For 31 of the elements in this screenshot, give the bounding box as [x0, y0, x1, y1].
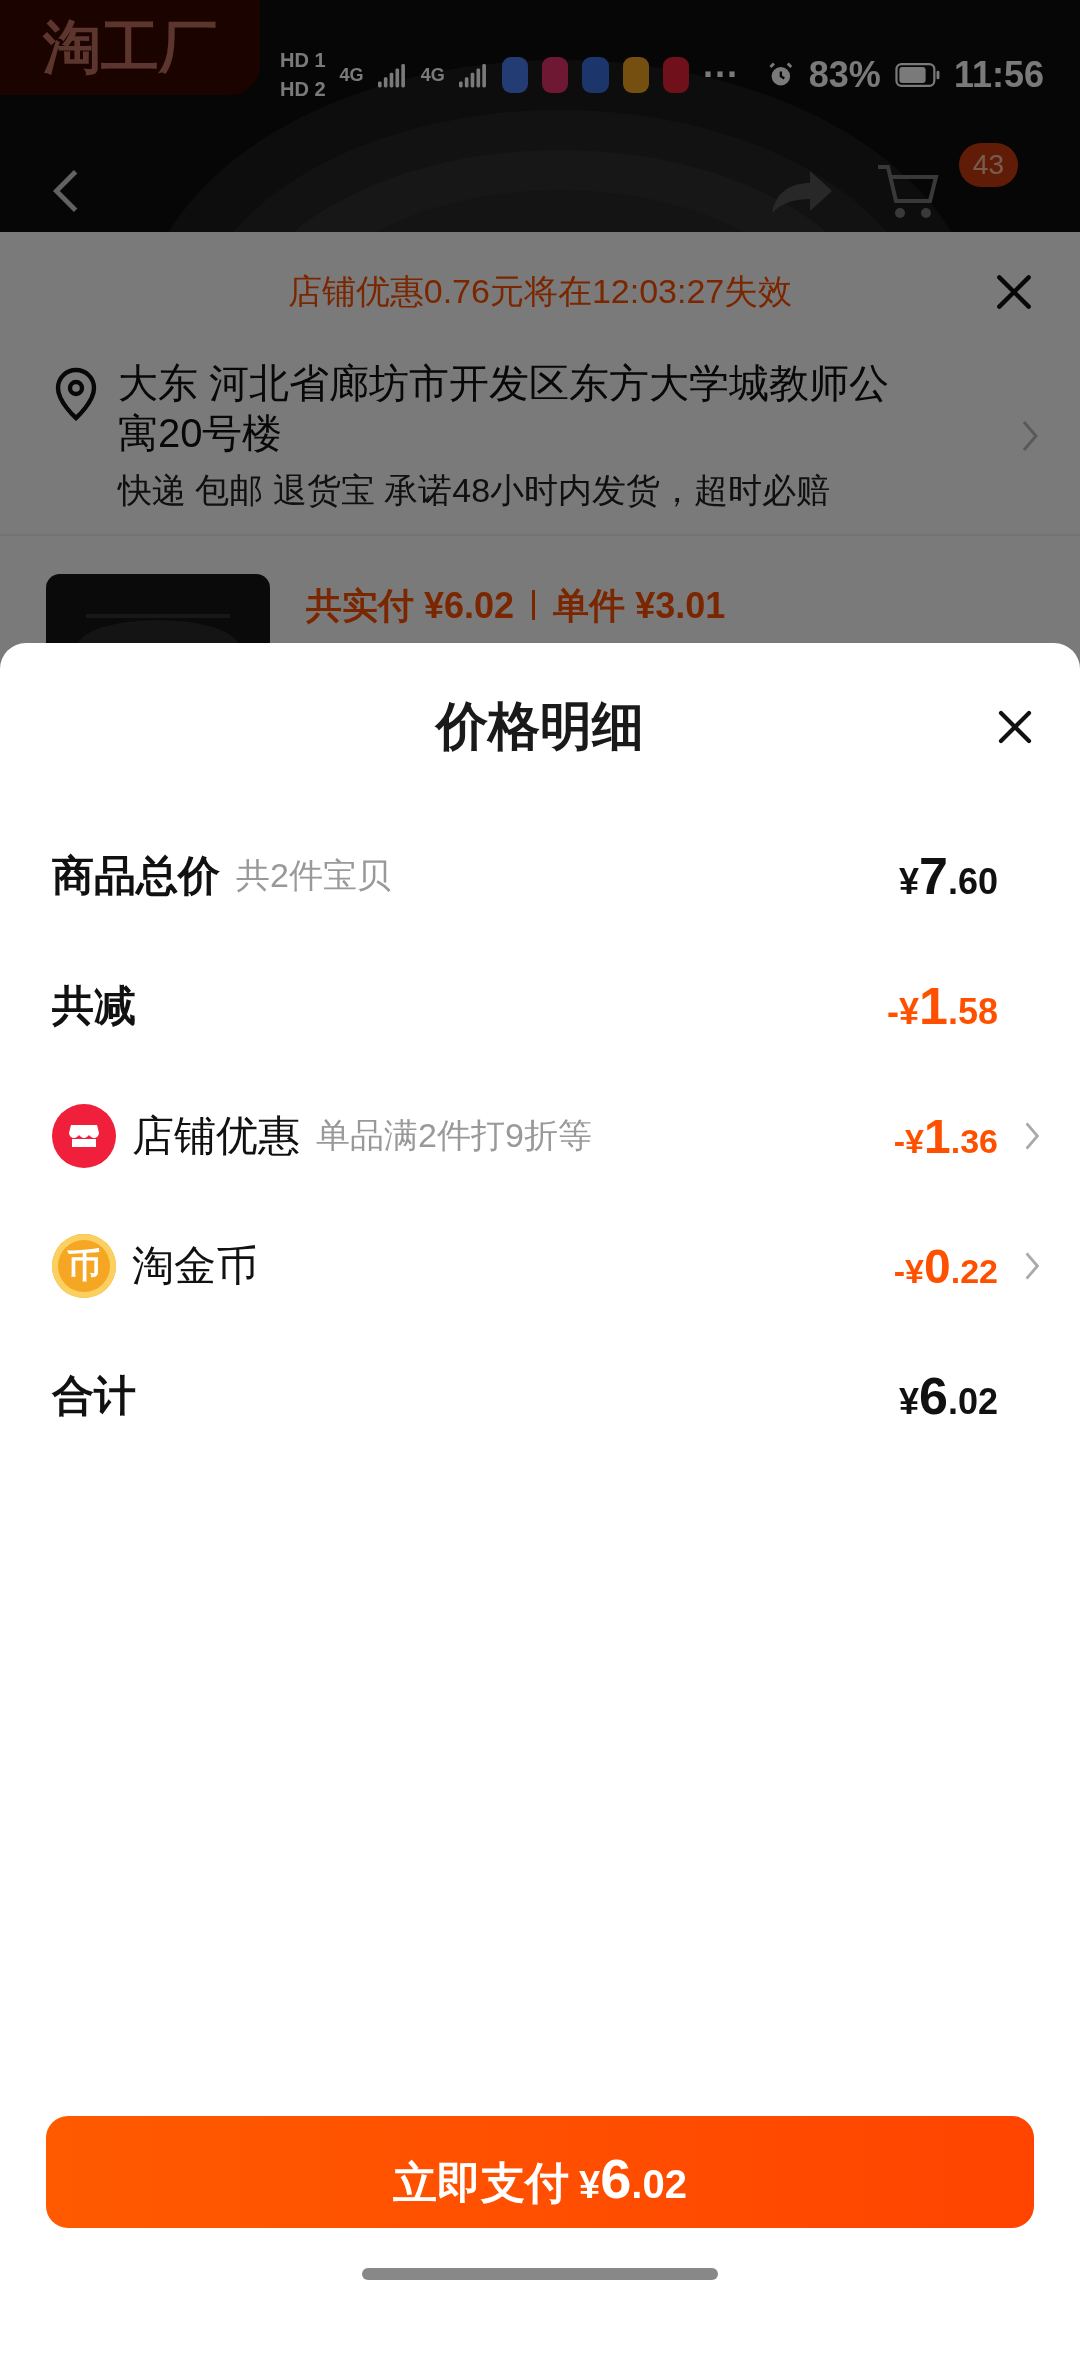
network-label: 4G: [420, 64, 445, 86]
total-paid-price: 共实付 ¥6.02: [306, 584, 515, 628]
discount-amount: -¥1.58: [887, 976, 998, 1036]
price-label: 合计: [52, 1371, 136, 1421]
price-amount: ¥6.02: [899, 1366, 998, 1426]
price-label: 共减: [52, 981, 136, 1031]
sim-label: HD 2: [280, 78, 326, 101]
price-label: 店铺优惠: [132, 1111, 300, 1161]
network-label: 4G: [339, 64, 364, 86]
price-note: 共2件宝贝: [236, 855, 391, 896]
delivery-info: 快递 包邮 退货宝 承诺48小时内发货，超时必赔: [118, 470, 832, 511]
sheet-title: 价格明细: [436, 696, 644, 757]
app-icon: [542, 57, 569, 93]
discount-amount: -¥1.36: [893, 1108, 998, 1164]
more-notifications: ···: [703, 54, 739, 96]
price-label: 淘金币: [132, 1241, 258, 1291]
coin-icon: 币: [52, 1234, 116, 1298]
pay-now-button[interactable]: 立即支付 ¥6.02: [46, 2116, 1034, 2228]
promo-notice: 店铺优惠0.76元将在12:03:27失效: [287, 271, 793, 312]
unit-price: 单件 ¥3.01: [553, 584, 726, 628]
battery-percent: 83%: [808, 54, 881, 96]
clock: 11:56: [953, 54, 1044, 96]
price-amount: ¥7.60: [899, 846, 998, 906]
price-label: 商品总价: [52, 851, 220, 901]
discount-amount: -¥0.22: [893, 1238, 998, 1294]
price-note: 单品满2件打9折等: [316, 1115, 592, 1156]
shipping-address: 大东 河北省廊坊市开发区东方大学城教师公寓20号楼: [118, 360, 891, 457]
brand-logo: 淘工厂: [0, 0, 260, 95]
sim-label: HD 1: [280, 49, 326, 72]
chevron-right-icon[interactable]: [1020, 418, 1040, 454]
app-icon: [582, 57, 609, 93]
